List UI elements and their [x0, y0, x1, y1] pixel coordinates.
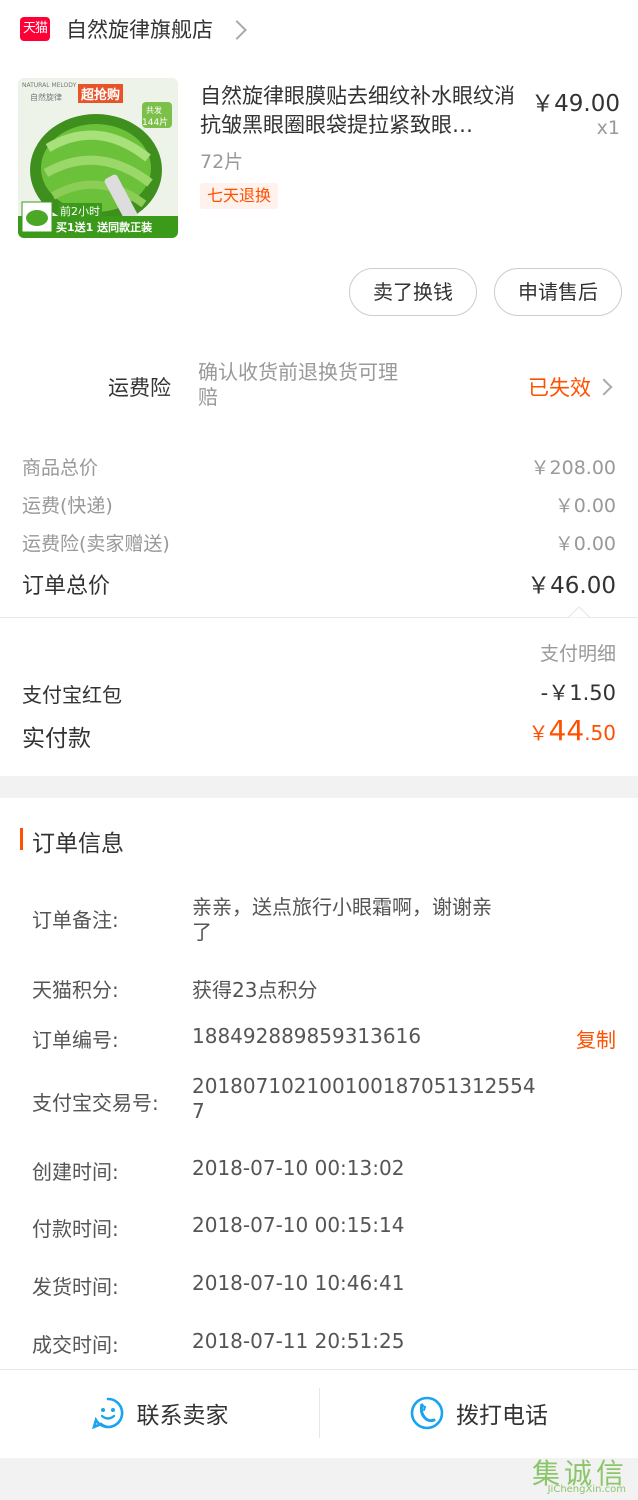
product-spec: 72片: [200, 151, 244, 173]
created-time-label: 创建时间:: [32, 1160, 119, 1184]
paid-time-label: 付款时间:: [32, 1217, 119, 1241]
alipay-trade-value-cont: 7: [192, 1099, 205, 1123]
payment-detail-link[interactable]: 支付明细: [540, 639, 616, 666]
shipped-time-label: 发货时间:: [32, 1275, 119, 1299]
product-price: ￥49.00: [531, 91, 620, 117]
chevron-right-icon: [227, 20, 247, 40]
thumb-brand: NATURAL MELODY: [22, 82, 77, 89]
thumb-brand-cn: 自然旋律: [30, 93, 62, 102]
points-value: 获得23点积分: [192, 978, 318, 1002]
call-phone-label: 拨打电话: [456, 1403, 548, 1429]
copy-order-number-button[interactable]: 复制: [576, 1024, 616, 1053]
site-watermark: 集诚信 JiChengXin.com: [518, 1452, 630, 1498]
return-policy-tag: 七天退换: [200, 183, 279, 209]
insurance-desc: 确认收货前退换货可理赔: [198, 360, 398, 409]
cost-label: 运费(快递): [22, 495, 113, 517]
order-number-value: 1884928898593136​16: [192, 1024, 422, 1048]
thumb-offer: 买1送1 送同款正装: [56, 221, 153, 234]
closed-time-value: 2018-07-11 20:51:25: [192, 1329, 405, 1353]
call-phone-button[interactable]: 拨打电话: [320, 1370, 638, 1456]
order-total-value: ￥46.00: [527, 573, 616, 599]
alipay-trade-value: 201807102100100187051312554: [192, 1074, 536, 1098]
chat-smile-icon: [91, 1397, 123, 1430]
thumb-time: 前2小时: [58, 203, 102, 219]
insurance-label: 运费险: [108, 376, 171, 400]
actual-paid-amount: ￥44.50: [529, 714, 616, 747]
contact-seller-label: 联系卖家: [136, 1403, 229, 1429]
thumb-promo: 超抢购: [78, 84, 124, 103]
tmall-logo: 天猫: [20, 17, 50, 41]
watermark-en: JiChengXin.com: [547, 1484, 626, 1495]
paid-decimal: .50: [584, 721, 616, 745]
section-accent-bar: [20, 828, 23, 850]
cost-label: 商品总价: [22, 457, 99, 479]
product-thumbnail[interactable]: NATURAL MELODY 自然旋律 超抢购 共发 144片 前2小时 买1送…: [18, 78, 178, 238]
insurance-status: 已失效: [528, 376, 591, 400]
cost-label: 运费险(卖家赠送): [22, 533, 170, 555]
sell-for-cash-button[interactable]: 卖了换钱: [349, 268, 477, 316]
cost-value: ￥0.00: [554, 495, 616, 517]
shipped-time-value: 2018-07-10 10:46:41: [192, 1271, 405, 1295]
store-name[interactable]: 自然旋律旗舰店: [66, 14, 213, 44]
apply-aftersale-button[interactable]: 申请售后: [494, 268, 622, 316]
order-number-label: 订单编号:: [32, 1028, 119, 1052]
order-total-label: 订单总价: [22, 574, 111, 599]
closed-time-label: 成交时间:: [32, 1333, 119, 1357]
redpacket-value: -￥1.50: [540, 681, 616, 705]
note-value: 亲亲，送点旅行小眼霜啊，谢谢亲: [192, 895, 492, 919]
alipay-trade-label: 支付宝交易号:: [32, 1091, 159, 1115]
points-label: 天猫积分:: [32, 978, 119, 1002]
product-title[interactable]: 自然旋律眼膜贴去细纹补水眼纹消抗皱黑眼圈眼袋提拉紧致眼…: [200, 82, 525, 140]
paid-currency: ￥: [528, 721, 549, 745]
note-value-cont: 了: [192, 920, 212, 944]
cost-value: ￥208.00: [530, 457, 616, 479]
order-info-title: 订单信息: [32, 831, 124, 857]
cost-value: ￥0.00: [554, 533, 616, 555]
phone-icon: [410, 1396, 444, 1430]
note-label: 订单备注:: [32, 908, 119, 932]
paid-time-value: 2018-07-10 00:15:14: [192, 1213, 405, 1237]
contact-seller-button[interactable]: 联系卖家: [0, 1370, 319, 1456]
created-time-value: 2018-07-10 00:13:02: [192, 1156, 405, 1180]
detail-notch-icon: [568, 606, 590, 618]
thumb-badge-bottom: 144片: [142, 118, 169, 128]
actual-paid-label: 实付款: [22, 726, 91, 752]
store-header[interactable]: 天猫 自然旋律旗舰店: [0, 0, 638, 60]
product-quantity: x1: [596, 117, 620, 139]
redpacket-label: 支付宝红包: [22, 683, 122, 707]
paid-integer: 44: [548, 714, 585, 747]
